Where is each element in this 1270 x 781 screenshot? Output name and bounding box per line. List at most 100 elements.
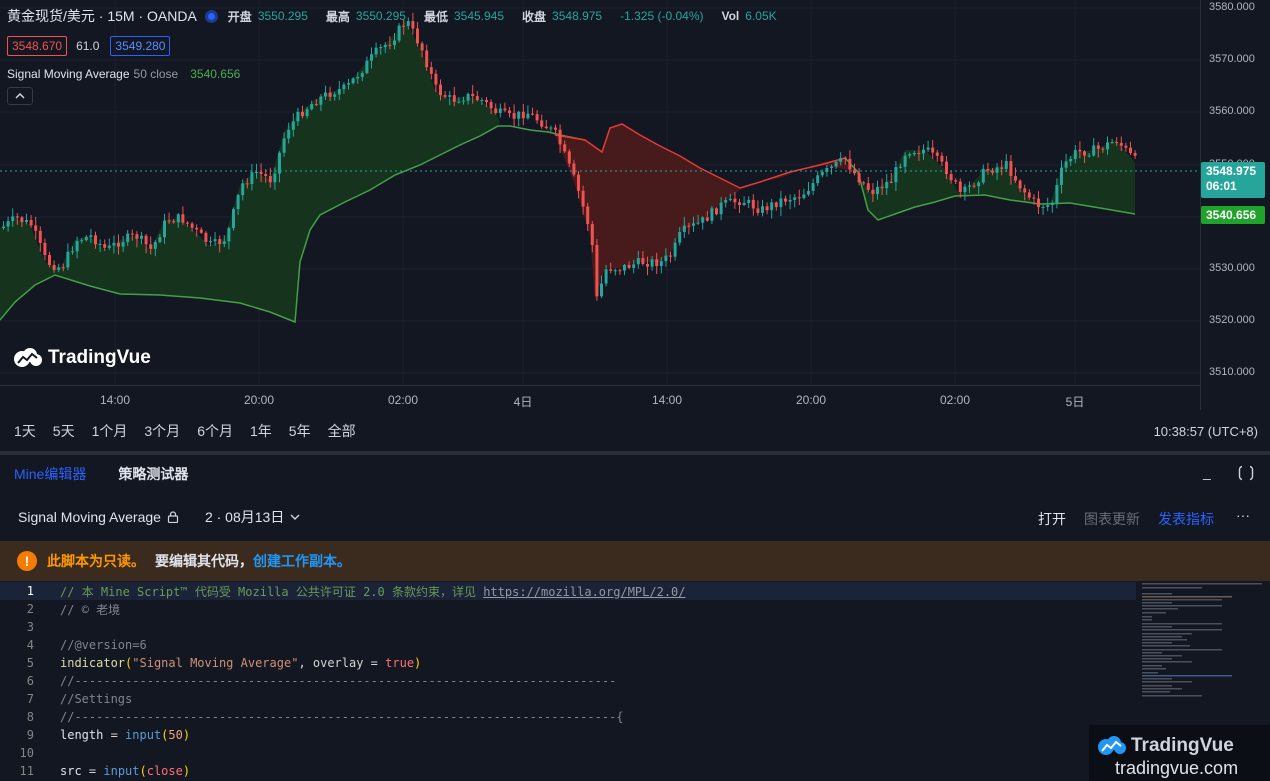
candle-body <box>981 168 985 183</box>
candle-body <box>503 108 507 111</box>
tab-strategy-tester[interactable]: 策略测试器 <box>118 464 188 484</box>
candle-body <box>6 221 10 227</box>
edit-hint-text: 要编辑其代码， <box>155 553 253 569</box>
code-line[interactable]: 5 indicator("Signal Moving Average", ove… <box>0 654 1136 672</box>
code-line[interactable]: 4 //@version=6 <box>0 636 1136 654</box>
range-1m-button[interactable]: 1个月 <box>92 421 128 441</box>
candle-body <box>705 217 709 221</box>
candle-body <box>38 230 42 243</box>
candle-body <box>291 121 295 130</box>
timezone-clock[interactable]: 10:38:57 (UTC+8) <box>1154 424 1258 439</box>
maximize-panel-button[interactable] <box>1238 465 1254 484</box>
candle-body <box>779 198 783 208</box>
candle-body <box>181 214 185 223</box>
code-paren: ) <box>182 728 191 742</box>
candle-body <box>747 199 751 203</box>
code-line[interactable]: 2 // © 老境 <box>0 600 1136 618</box>
candle-body <box>696 222 700 224</box>
create-copy-link[interactable]: 创建工作副本。 <box>253 551 351 571</box>
range-1y-button[interactable]: 1年 <box>250 421 272 441</box>
candle-body <box>1115 142 1119 144</box>
candle-body <box>245 183 249 185</box>
range-1d-button[interactable]: 1天 <box>14 421 36 441</box>
open-label: 开盘 <box>227 9 252 24</box>
price-tick: 3580.000 <box>1209 1 1255 13</box>
chevron-down-icon[interactable] <box>290 514 300 520</box>
code-function: input <box>125 728 162 742</box>
code-comment: //--------------------------------------… <box>60 674 617 688</box>
candle-body <box>797 197 801 199</box>
candle-body <box>885 181 889 189</box>
ask-button[interactable]: 3549.280 <box>110 36 171 56</box>
candle-body <box>577 174 580 191</box>
minimize-panel-button[interactable]: _ <box>1203 464 1211 480</box>
candle-body <box>1129 147 1132 153</box>
code-line[interactable]: 9 length = input(50) <box>0 726 1136 744</box>
candle-body <box>558 129 562 145</box>
code-line[interactable]: 10 <box>0 744 1136 762</box>
candle-body <box>34 225 38 231</box>
version-selector[interactable]: 2 · 08月13日 <box>205 507 284 527</box>
range-5y-button[interactable]: 5年 <box>289 421 311 441</box>
publish-indicator-button[interactable]: 发表指标 <box>1158 509 1214 529</box>
code-variable: length <box>60 728 104 742</box>
candle-body <box>880 186 884 189</box>
code-line[interactable]: 7 //Settings <box>0 690 1136 708</box>
collapse-legend-button[interactable] <box>7 87 33 105</box>
chart-area[interactable]: 黄金现货/美元 · 15M · OANDA 开盘 3550.295 最高 355… <box>0 0 1270 451</box>
change-value: -1.325 (-0.04%) <box>620 9 704 23</box>
candle-body <box>991 170 994 173</box>
price-tick: 3520.000 <box>1209 314 1255 326</box>
candle-body <box>1050 202 1054 206</box>
candle-body <box>222 241 226 245</box>
candle-body <box>75 240 79 252</box>
update-chart-button[interactable]: 图表更新 <box>1084 509 1140 529</box>
code-line[interactable]: 3 <box>0 618 1136 636</box>
range-5d-button[interactable]: 5天 <box>53 421 75 441</box>
code-line[interactable]: 6 //------------------------------------… <box>0 672 1136 690</box>
candle-body <box>549 127 553 129</box>
open-button[interactable]: 打开 <box>1038 509 1066 529</box>
candle-body <box>963 186 967 192</box>
range-all-button[interactable]: 全部 <box>328 421 356 441</box>
candle-body <box>121 242 125 247</box>
time-axis[interactable]: 14:00 20:00 02:00 4日 14:00 20:00 02:00 5… <box>0 385 1200 411</box>
warning-icon: ! <box>17 551 37 571</box>
script-name[interactable]: Signal Moving Average <box>18 509 161 525</box>
candle-body <box>972 185 976 187</box>
candle-body <box>1096 145 1100 149</box>
candle-body <box>581 190 585 207</box>
candle-body <box>853 169 856 174</box>
candle-body <box>922 149 925 154</box>
candle-body <box>186 222 189 224</box>
editor-toolbar: Signal Moving Average 2 · 08月13日 打开 图表更新… <box>0 493 1270 541</box>
candle-body <box>986 168 990 171</box>
candle-body <box>521 111 525 119</box>
range-3m-button[interactable]: 3个月 <box>144 421 180 441</box>
candle-body <box>1110 142 1114 144</box>
candle-body <box>839 157 843 162</box>
more-options-button[interactable]: ··· <box>1236 507 1250 523</box>
bid-button[interactable]: 3548.670 <box>7 36 68 56</box>
candle-body <box>126 233 130 243</box>
candle-body <box>807 190 810 195</box>
candle-body <box>107 245 111 248</box>
symbol-title[interactable]: 黄金现货/美元 · 15M · OANDA <box>7 6 197 26</box>
candle-body <box>756 208 760 213</box>
code-line[interactable]: 1 // 本 Mine Script™ 代码受 Mozilla 公共许可证 2.… <box>0 582 1136 600</box>
price-tick: 3530.000 <box>1209 262 1255 274</box>
code-line[interactable]: 11 src = input(close) <box>0 762 1136 780</box>
code-editor[interactable]: 1 // 本 Mine Script™ 代码受 Mozilla 公共许可证 2.… <box>0 581 1270 781</box>
price-axis[interactable]: 3580.000 3570.000 3560.000 3550.000 3530… <box>1200 0 1270 410</box>
candle-body <box>715 208 718 215</box>
candle-body <box>876 186 879 195</box>
range-6m-button[interactable]: 6个月 <box>197 421 233 441</box>
tab-mine-editor[interactable]: Mine编辑器 <box>14 464 86 484</box>
watermark-text: TradingVue <box>48 347 151 368</box>
indicator-name[interactable]: Signal Moving Average <box>7 67 130 81</box>
line-number: 10 <box>19 746 34 760</box>
time-tick: 20:00 <box>795 393 827 407</box>
candle-body <box>650 259 654 267</box>
license-link[interactable]: https://mozilla.org/MPL/2.0/ <box>483 585 685 599</box>
code-line[interactable]: 8 //------------------------------------… <box>0 708 1136 726</box>
